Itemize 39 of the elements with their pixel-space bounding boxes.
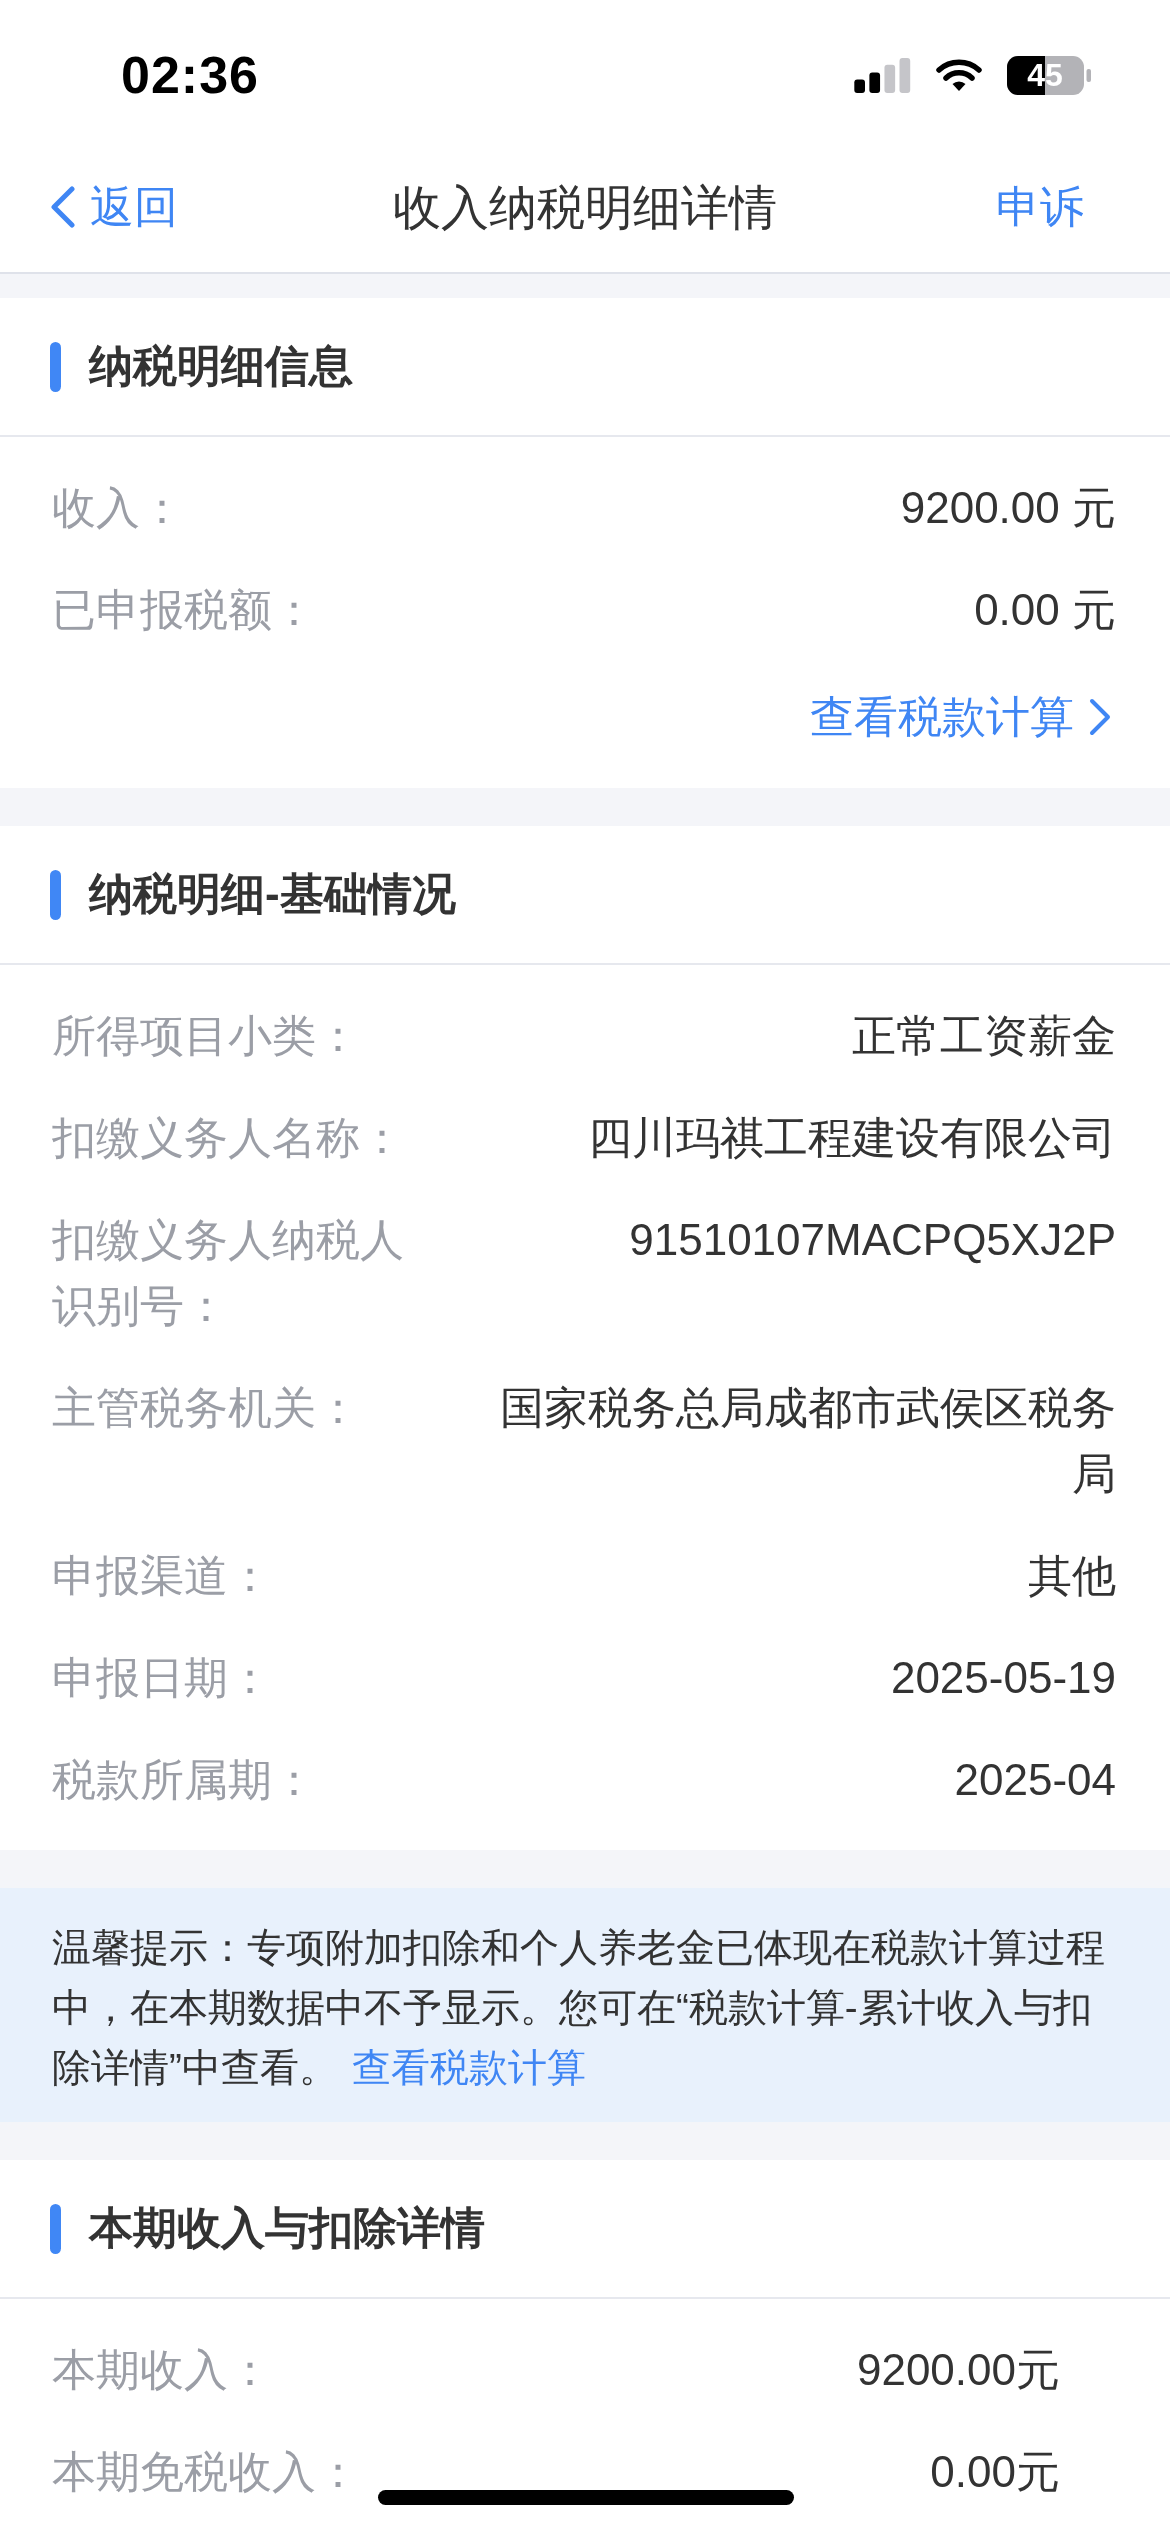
tax-calculation-link[interactable]: 查看税款计算: [810, 691, 1112, 744]
field-label: 税款所属期：: [52, 1754, 317, 1806]
status-time: 02:36: [121, 49, 259, 101]
appeal-button[interactable]: 申诉: [996, 180, 1084, 234]
page-title: 收入纳税明细详情: [393, 179, 777, 236]
field-value: 0.00元: [930, 2446, 1060, 2498]
chevron-right-icon: [1088, 698, 1112, 737]
field-value: 国家税务总局成都市武侯区税务局: [499, 1382, 1116, 1500]
field-label: 所得项目小类：: [52, 1010, 361, 1062]
field-label: 主管税务机关：: [52, 1382, 361, 1434]
field-value: 其他: [1028, 1550, 1116, 1602]
title-marker-icon: [50, 869, 61, 920]
field-label: 扣缴义务人纳税人识别号：: [52, 1214, 405, 1332]
field-label: 收入：: [52, 482, 185, 534]
title-marker-icon: [50, 2203, 61, 2254]
field-label: 本期收入：: [52, 2344, 273, 2396]
back-button[interactable]: 返回: [49, 180, 178, 234]
field-value: 9200.00 元: [900, 482, 1116, 534]
field-value: 正常工资薪金: [852, 1010, 1116, 1062]
tax-calculation-link[interactable]: 查看税款计算: [351, 2046, 586, 2089]
field-value: 91510107MACPQ5XJ2P: [629, 1214, 1116, 1266]
field-label: 已申报税额：: [52, 584, 317, 636]
field-value: 9200.00元: [856, 2344, 1060, 2396]
notice-text: 温馨提示：专项附加扣除和个人养老金已体现在税款计算过程中，在本期数据中不予显示。您可在“税款计算-累计收入与扣除详情”中查看。 查看税款计算: [52, 1925, 1106, 2091]
field-value: 2025-04: [954, 1754, 1116, 1806]
section-title: 纳税明细-基础情况: [89, 868, 456, 921]
field-label: 申报日期：: [52, 1652, 273, 1704]
field-value: 0.00 元: [974, 584, 1116, 636]
field-label: 申报渠道：: [52, 1550, 273, 1602]
field-value: 四川玛祺工程建设有限公司: [588, 1112, 1116, 1164]
signal-icon: [854, 57, 911, 93]
chevron-left-icon: [49, 186, 76, 228]
section-title: 本期收入与扣除详情: [89, 2202, 485, 2255]
title-marker-icon: [50, 341, 61, 392]
field-label: 扣缴义务人名称：: [52, 1112, 405, 1164]
section-title: 纳税明细信息: [89, 340, 353, 393]
field-label: 本期免税收入：: [52, 2446, 361, 2498]
field-value: 2025-05-19: [890, 1652, 1116, 1704]
wifi-icon: [935, 57, 983, 93]
